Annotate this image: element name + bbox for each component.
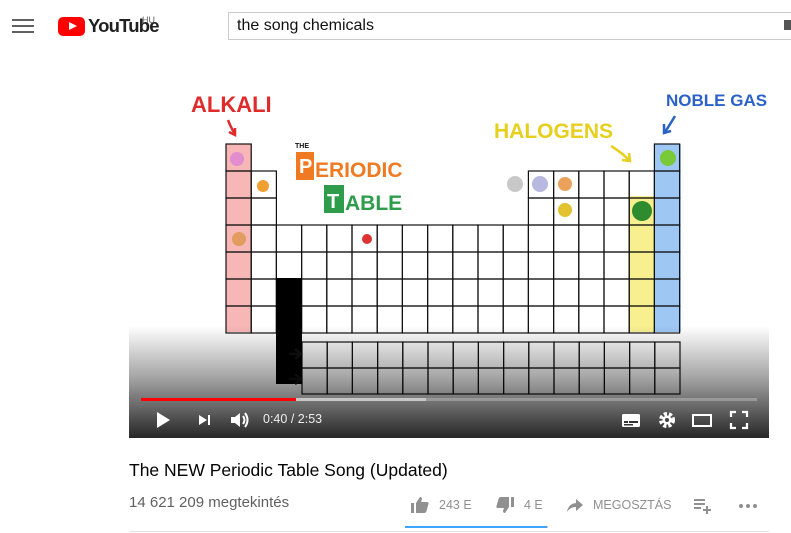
volume-icon bbox=[231, 412, 249, 428]
dislike-button[interactable]: 4 E bbox=[494, 490, 543, 520]
sulfur-doodle bbox=[558, 203, 572, 217]
skip-next-icon bbox=[199, 415, 210, 425]
video-player[interactable]: ALKALI HALOGENS NOBLE GAS THE P ERIODIC … bbox=[129, 56, 769, 438]
view-count: 14 621 209 megtekintés bbox=[129, 494, 290, 511]
fullscreen-button[interactable] bbox=[727, 408, 751, 432]
search-input[interactable] bbox=[228, 12, 791, 40]
nitrogen-doodle bbox=[532, 176, 548, 192]
divider bbox=[129, 531, 769, 532]
more-actions-button[interactable] bbox=[737, 490, 759, 520]
hamburger-icon bbox=[12, 19, 34, 21]
progress-played bbox=[141, 398, 296, 401]
subtitles-button[interactable] bbox=[620, 408, 642, 432]
carbon-doodle bbox=[507, 176, 523, 192]
potassium-doodle bbox=[232, 232, 246, 246]
time-display: 0:40 / 2:53 bbox=[263, 412, 322, 426]
noble-column-highlight bbox=[655, 144, 681, 332]
play-button[interactable] bbox=[153, 408, 173, 432]
video-title: The NEW Periodic Table Song (Updated) bbox=[129, 460, 448, 480]
share-button[interactable]: MEGOSZTÁS bbox=[565, 490, 671, 520]
letter-t: T bbox=[327, 191, 339, 213]
title-the: THE bbox=[295, 143, 309, 150]
playlist-add-icon bbox=[694, 499, 711, 514]
time-separator: / bbox=[287, 412, 298, 426]
save-to-playlist-button[interactable] bbox=[692, 490, 714, 520]
keyboard-icon[interactable] bbox=[784, 20, 791, 30]
gear-icon bbox=[659, 412, 675, 428]
oxygen-doodle bbox=[558, 177, 572, 191]
mute-button[interactable] bbox=[229, 408, 251, 432]
helium-doodle bbox=[660, 150, 676, 166]
settings-button[interactable] bbox=[656, 408, 678, 432]
youtube-play-icon bbox=[58, 17, 85, 36]
thumbs-down-icon bbox=[496, 497, 514, 513]
beryllium-doodle bbox=[257, 180, 269, 192]
dislike-count: 4 E bbox=[524, 498, 543, 512]
theater-icon bbox=[692, 414, 712, 427]
duration: 2:53 bbox=[297, 412, 323, 426]
sentiment-bar-like bbox=[405, 526, 547, 528]
like-button[interactable]: 243 E bbox=[409, 490, 472, 520]
country-code: HU bbox=[142, 15, 155, 25]
fullscreen-icon bbox=[729, 410, 749, 430]
hamburger-icon-bar bbox=[12, 31, 34, 33]
more-horiz-icon bbox=[739, 504, 757, 508]
current-time: 0:40 bbox=[263, 412, 288, 426]
hydrogen-doodle bbox=[230, 152, 244, 166]
chromium-doodle bbox=[362, 234, 372, 244]
theater-mode-button[interactable] bbox=[690, 408, 714, 432]
like-count: 243 E bbox=[439, 498, 472, 512]
subtitles-icon bbox=[622, 414, 640, 427]
share-label: MEGOSZTÁS bbox=[593, 498, 672, 512]
masthead: YouTube HU bbox=[0, 0, 791, 56]
alkali-label: ALKALI bbox=[191, 92, 272, 117]
guide-menu-button[interactable] bbox=[12, 16, 34, 38]
share-icon bbox=[567, 499, 583, 512]
noble-gas-label: NOBLE GAS bbox=[666, 91, 767, 110]
letter-p: P bbox=[299, 156, 312, 178]
halogens-label: HALOGENS bbox=[494, 120, 613, 143]
title-periodic: ERIODIC bbox=[315, 159, 403, 182]
play-icon bbox=[157, 412, 170, 428]
chlorine-doodle bbox=[632, 201, 652, 221]
title-table: ABLE bbox=[345, 192, 402, 215]
next-button[interactable] bbox=[196, 408, 214, 432]
thumbs-up-icon bbox=[411, 497, 429, 513]
hamburger-icon-bar bbox=[12, 25, 34, 27]
